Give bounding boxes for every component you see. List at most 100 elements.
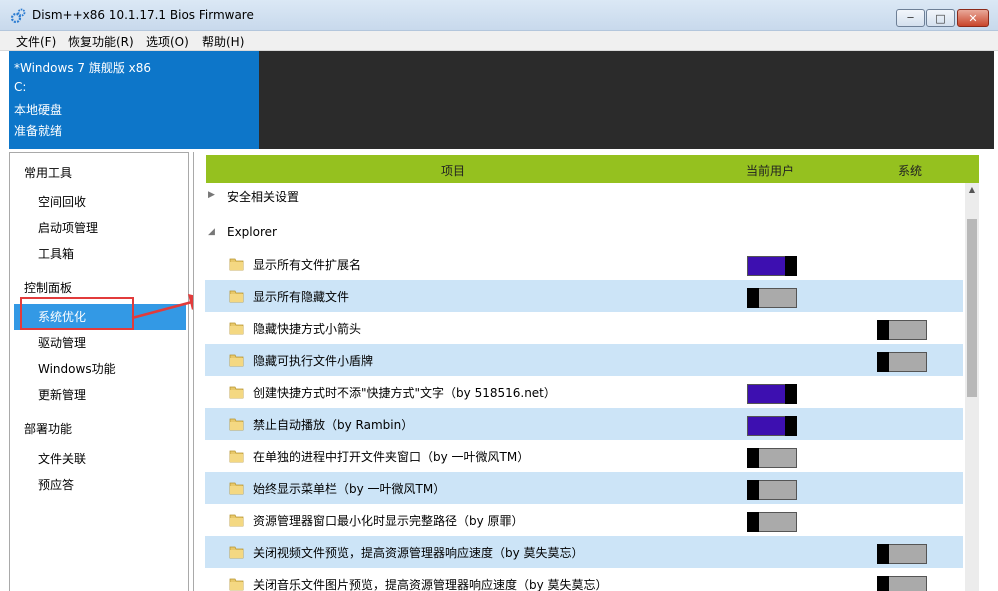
list-item-label: 显示所有隐藏文件 (253, 290, 350, 304)
minimize-icon: ─ (907, 12, 914, 24)
menu-bar: 文件(F) 恢复功能(R) 选项(O) 帮助(H) (0, 31, 998, 51)
close-icon: ✕ (968, 11, 978, 25)
list-item[interactable]: 始终显示菜单栏（by 一叶微风TM） (205, 472, 963, 504)
vertical-scrollbar[interactable]: ▲ (965, 183, 979, 591)
drive-type: 本地硬盘 (14, 103, 63, 117)
list-item[interactable]: 禁止自动播放（by Rambin） (205, 408, 963, 440)
image-info-panel[interactable]: *Windows 7 旗舰版 x86 C: 本地硬盘 准备就绪 (9, 51, 259, 149)
sidebar-item-answer-file[interactable]: 预应答 (14, 472, 186, 498)
section-security[interactable]: 安全相关设置 (227, 188, 299, 205)
current-user-toggle[interactable] (747, 416, 797, 436)
list-item[interactable]: 隐藏可执行文件小盾牌 (205, 344, 963, 376)
list-item-label: 显示所有文件扩展名 (253, 258, 362, 272)
list-item-label: 关闭视频文件预览，提高资源管理器响应速度（by 莫失莫忘） (253, 546, 584, 560)
sidebar-item-file-association[interactable]: 文件关联 (14, 446, 186, 472)
list-item[interactable]: 隐藏快捷方式小箭头 (205, 312, 963, 344)
image-list-area[interactable] (259, 51, 994, 149)
gear-app-icon (10, 8, 26, 24)
expanded-arrow-icon[interactable]: ◢ (208, 227, 215, 237)
folder-icon (229, 450, 244, 463)
toggle-knob (747, 480, 759, 500)
toggle-knob (785, 384, 797, 404)
folder-icon (229, 482, 244, 495)
optimization-list: 项目 当前用户 系统 ▶ 安全相关设置 ◢ Explorer 显示所有文件扩展名… (193, 152, 998, 591)
current-user-toggle[interactable] (747, 256, 797, 276)
list-item[interactable]: 关闭视频文件预览，提高资源管理器响应速度（by 莫失莫忘） (205, 536, 963, 568)
sidebar: 常用工具 空间回收 启动项管理 工具箱 控制面板 系统优化 驱动管理 Windo… (9, 152, 189, 591)
annotation-highlight-box (20, 297, 134, 330)
folder-icon (229, 322, 244, 335)
menu-options[interactable]: 选项(O) (146, 33, 189, 50)
menu-help[interactable]: 帮助(H) (202, 33, 244, 50)
status-text: 准备就绪 (14, 124, 63, 138)
os-name: *Windows 7 旗舰版 x86 (14, 61, 152, 75)
list-item-label: 始终显示菜单栏（by 一叶微风TM） (253, 482, 446, 496)
sidebar-item-space-recovery[interactable]: 空间回收 (14, 189, 186, 215)
column-item[interactable]: 项目 (441, 162, 465, 179)
folder-icon (229, 546, 244, 559)
folder-icon (229, 418, 244, 431)
sidebar-item-driver-manager[interactable]: 驱动管理 (14, 330, 186, 356)
list-item[interactable]: 在单独的进程中打开文件夹窗口（by 一叶微风TM） (205, 440, 963, 472)
list-item-label: 隐藏可执行文件小盾牌 (253, 354, 374, 368)
current-user-toggle[interactable] (747, 288, 797, 308)
column-system[interactable]: 系统 (898, 162, 922, 179)
sidebar-group-deploy: 部署功能 (24, 422, 73, 436)
toggle-knob (877, 352, 889, 372)
current-user-toggle[interactable] (747, 384, 797, 404)
toggle-knob (877, 320, 889, 340)
list-item[interactable]: 关闭音乐文件图片预览，提高资源管理器响应速度（by 莫失莫忘） (205, 568, 963, 591)
folder-icon (229, 290, 244, 303)
folder-icon (229, 514, 244, 527)
system-toggle[interactable] (877, 320, 927, 340)
menu-file[interactable]: 文件(F) (16, 33, 56, 50)
list-item[interactable]: 显示所有文件扩展名 (205, 248, 963, 280)
folder-icon (229, 258, 244, 271)
scroll-thumb[interactable] (967, 219, 977, 397)
drive-letter: C: (14, 80, 27, 94)
list-item-label: 禁止自动播放（by Rambin） (253, 418, 414, 432)
section-explorer[interactable]: Explorer (227, 225, 277, 239)
scroll-up-icon[interactable]: ▲ (965, 183, 979, 197)
minimize-button[interactable]: ─ (896, 9, 925, 27)
toggle-knob (747, 512, 759, 532)
toggle-knob (877, 544, 889, 564)
menu-restore[interactable]: 恢复功能(R) (68, 33, 134, 50)
toggle-knob (877, 576, 889, 591)
list-item[interactable]: 显示所有隐藏文件 (205, 280, 963, 312)
toggle-knob (747, 288, 759, 308)
current-user-toggle[interactable] (747, 512, 797, 532)
current-user-toggle[interactable] (747, 448, 797, 468)
maximize-icon: □ (935, 11, 946, 25)
list-item-label: 隐藏快捷方式小箭头 (253, 322, 362, 336)
column-header-bar: 项目 当前用户 系统 (206, 155, 979, 183)
sidebar-group-common-tools: 常用工具 (24, 166, 73, 180)
sidebar-item-toolbox[interactable]: 工具箱 (14, 241, 186, 267)
list-item[interactable]: 创建快捷方式时不添"快捷方式"文字（by 518516.net） (205, 376, 963, 408)
list-item-label: 在单独的进程中打开文件夹窗口（by 一叶微风TM） (253, 450, 530, 464)
list-item-label: 关闭音乐文件图片预览，提高资源管理器响应速度（by 莫失莫忘） (253, 578, 608, 591)
folder-icon (229, 354, 244, 367)
window-title: Dism++x86 10.1.17.1 Bios Firmware (32, 8, 254, 22)
system-toggle[interactable] (877, 576, 927, 591)
list-item-label: 资源管理器窗口最小化时显示完整路径（by 原罪） (253, 514, 524, 528)
toggle-fill (748, 417, 785, 435)
column-current-user[interactable]: 当前用户 (746, 162, 794, 179)
toggle-knob (747, 448, 759, 468)
sidebar-item-startup-manager[interactable]: 启动项管理 (14, 215, 186, 241)
folder-icon (229, 578, 244, 591)
sidebar-item-windows-features[interactable]: Windows功能 (14, 356, 186, 382)
maximize-button[interactable]: □ (926, 9, 955, 27)
collapsed-arrow-icon[interactable]: ▶ (208, 190, 215, 200)
system-toggle[interactable] (877, 352, 927, 372)
toggle-fill (748, 257, 785, 275)
sidebar-item-update-manager[interactable]: 更新管理 (14, 382, 186, 408)
title-bar: Dism++x86 10.1.17.1 Bios Firmware ─ □ ✕ (0, 0, 998, 31)
current-user-toggle[interactable] (747, 480, 797, 500)
list-item-label: 创建快捷方式时不添"快捷方式"文字（by 518516.net） (253, 386, 556, 400)
toggle-knob (785, 256, 797, 276)
toggle-fill (748, 385, 785, 403)
system-toggle[interactable] (877, 544, 927, 564)
close-button[interactable]: ✕ (957, 9, 989, 27)
list-item[interactable]: 资源管理器窗口最小化时显示完整路径（by 原罪） (205, 504, 963, 536)
